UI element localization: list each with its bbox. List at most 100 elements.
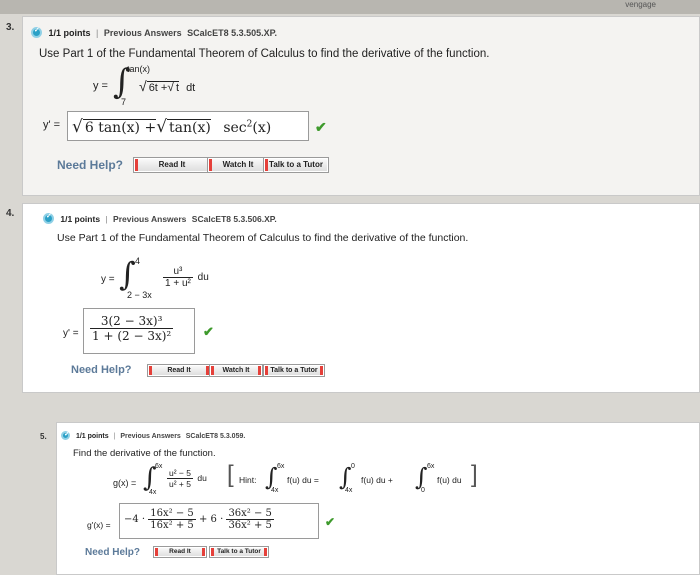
correct-status-icon (61, 430, 70, 440)
answer-expression: √ 6 tan(x) +√ tan(x) sec2(x) (72, 117, 272, 137)
answer-expression: 3(2 − 3x)³ 1 + (2 − 3x)² (90, 314, 174, 343)
differential: dt (186, 82, 196, 94)
upper-limit: 6x (155, 463, 163, 470)
button-tag-icon (211, 366, 214, 375)
lower-limit: 4x (149, 489, 157, 496)
need-help-label: Need Help? (85, 547, 141, 558)
lower-limit: 2 − 3x (127, 290, 152, 300)
upper-limit: tan(x) (127, 64, 151, 74)
integral-sign-icon: ∫ (339, 463, 352, 491)
button-tag-icon (258, 366, 261, 375)
button-tag-icon (265, 159, 268, 171)
question-number: 3. (6, 22, 15, 33)
checkmark-icon: ✔ (203, 324, 214, 339)
watch-it-button[interactable]: Watch It (207, 157, 269, 173)
top-peek-text: vengage (625, 0, 656, 9)
integrand: u³ 1 + u² du (163, 266, 209, 289)
read-it-button[interactable]: Read It (153, 546, 207, 558)
button-tag-icon (202, 548, 205, 556)
question-panel-5: 1/1 points | Previous Answers SCalcET8 5… (56, 422, 700, 575)
differential: du (197, 472, 207, 483)
hint-term-3: f(u) du (437, 475, 462, 485)
answer-coefficient-2: + 6 · (198, 514, 224, 525)
hint-lower-limit: 4x (271, 487, 279, 494)
talk-to-tutor-button[interactable]: Talk to a Tutor (263, 157, 329, 173)
answer-denominator: 1 + (2 − 3x)² (92, 329, 172, 343)
hint-lower-limit: 4x (345, 487, 353, 494)
question-prompt: Use Part 1 of the Fundamental Theorem of… (57, 232, 469, 244)
header-separator: | (96, 28, 99, 38)
answer-part-c: sec (223, 120, 247, 136)
integrand-part-a: 6t + (146, 81, 168, 94)
answer-denominator-2: 36x² + 5 (228, 520, 272, 531)
read-it-label: Read It (167, 367, 191, 374)
hint-term-2: f(u) du + (361, 475, 393, 485)
question-number: 5. (40, 432, 47, 441)
answer-numerator-2: 36x² − 5 (226, 508, 274, 520)
need-help-label: Need Help? (71, 364, 132, 376)
watch-it-label: Watch It (222, 160, 254, 169)
hint-label: Hint: (239, 475, 257, 485)
read-it-label: Read It (169, 548, 191, 555)
checkmark-icon: ✔ (325, 515, 336, 529)
talk-to-tutor-label: Talk to a Tutor (217, 548, 261, 555)
question-prompt: Use Part 1 of the Fundamental Theorem of… (39, 48, 490, 60)
points-label: 1/1 points (75, 433, 109, 440)
watch-it-label: Watch It (222, 367, 250, 374)
answer-part-d: (x) (252, 120, 272, 136)
watch-it-button[interactable]: Watch It (209, 364, 263, 377)
read-it-button[interactable]: Read It (133, 157, 211, 173)
question-panel-4: 1/1 points | Previous Answers SCalcET8 5… (22, 203, 700, 393)
answer-input[interactable]: −4 · 16x² − 5 16x² + 5 + 6 · 36x² − 5 36x²… (119, 503, 319, 539)
answer-numerator: 3(2 − 3x)³ (90, 314, 174, 329)
header-separator: | (105, 214, 108, 224)
integral-sign-icon: ∫ (119, 255, 136, 293)
hint-bracket-left-icon: [ (227, 461, 234, 488)
hint-term-1: f(u) du = (287, 475, 319, 485)
button-tag-icon (149, 366, 152, 375)
answer-lhs: g'(x) = (87, 520, 111, 530)
hint-upper-limit: 0 (351, 463, 355, 470)
hint-upper-limit: 6x (277, 463, 285, 470)
integrand: √ 6t +√ t dt (139, 78, 196, 94)
integrand: u² − 5 u² + 5 du (167, 468, 207, 489)
lower-limit: 7 (121, 97, 127, 107)
question-header: 1/1 points | Previous Answers SCalcET8 5… (31, 26, 277, 38)
button-tag-icon (155, 548, 158, 556)
function-lhs: y = (101, 274, 115, 285)
answer-input[interactable]: 3(2 − 3x)³ 1 + (2 − 3x)² (83, 308, 195, 354)
answer-part-b: tan(x) (167, 119, 211, 136)
talk-to-tutor-label: Talk to a Tutor (270, 367, 318, 374)
question-header: 1/1 points | Previous Answers SCalcET8 5… (43, 212, 277, 224)
answer-expression: −4 · 16x² − 5 16x² + 5 + 6 · 36x² − 5 36x²… (124, 508, 274, 531)
talk-to-tutor-button[interactable]: Talk to a Tutor (209, 546, 269, 558)
previous-answers-link[interactable]: Previous Answers (113, 214, 186, 224)
previous-answers-link[interactable]: Previous Answers (104, 28, 182, 38)
button-tag-icon (265, 366, 268, 375)
integral-sign-icon: ∫ (415, 463, 428, 491)
correct-status-icon (31, 26, 42, 38)
question-prompt: Find the derivative of the function. (73, 448, 216, 459)
read-it-button[interactable]: Read It (147, 364, 211, 377)
talk-to-tutor-label: Talk to a Tutor (269, 160, 323, 169)
hint-upper-limit: 6x (427, 463, 435, 470)
checkmark-icon: ✔ (315, 119, 327, 135)
talk-to-tutor-button[interactable]: Talk to a Tutor (263, 364, 325, 377)
function-lhs: g(x) = (113, 478, 137, 488)
integrand-numerator: u² − 5 (167, 468, 193, 479)
correct-status-icon (43, 212, 54, 224)
answer-lhs: y' = (63, 328, 79, 339)
need-help-label: Need Help? (57, 158, 124, 172)
previous-answers-link[interactable]: Previous Answers (120, 433, 180, 440)
read-it-label: Read It (158, 160, 186, 169)
function-lhs: y = (93, 80, 108, 92)
answer-part-a: 6 tan(x) + (82, 119, 157, 136)
answer-input[interactable]: √ 6 tan(x) +√ tan(x) sec2(x) (67, 111, 309, 141)
header-separator: | (113, 433, 116, 440)
browser-top-strip: vengage (0, 0, 700, 14)
integrand-denominator: u² + 5 (169, 479, 191, 489)
question-header: 1/1 points | Previous Answers SCalcET8 5… (61, 430, 245, 440)
button-tag-icon (209, 159, 212, 171)
answer-coefficient-1: −4 · (124, 514, 146, 525)
answer-lhs: y' = (43, 119, 61, 131)
